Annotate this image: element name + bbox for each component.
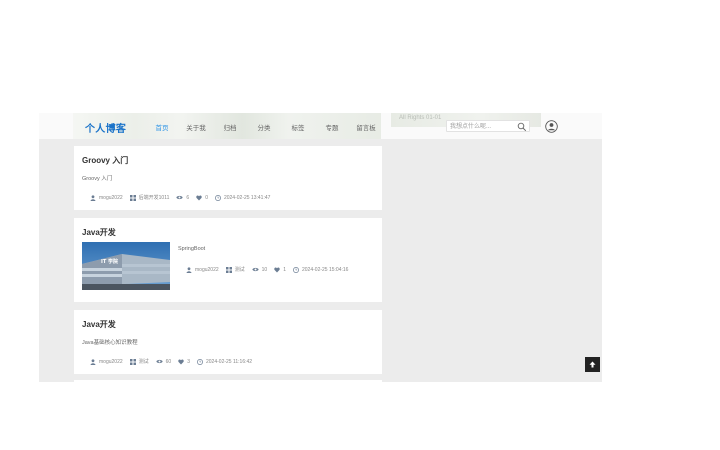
top-navbar: All Rights 01-01 个人博客 首页 关于我 归档 分类 标签 专题… <box>39 113 602 139</box>
post-meta: mogu2022 测试 60 3 2024-02-25 11:16:42 <box>90 358 259 365</box>
post-meta: mogu2022 后端开发1011 6 0 2024-02-25 13:41:4… <box>90 194 277 201</box>
search-input[interactable] <box>450 122 514 131</box>
main-menu: 首页 关于我 归档 分类 标签 专题 留言板 <box>145 122 383 132</box>
menu-item-about[interactable]: 关于我 <box>179 122 213 132</box>
meta-author[interactable]: mogu2022 <box>90 195 123 201</box>
post-card[interactable]: Java开发 IT 学院 SpringBoot mogu2022 测试 10 1… <box>74 218 382 302</box>
clock-icon <box>215 194 221 201</box>
menu-item-message-board[interactable]: 留言板 <box>349 122 383 132</box>
meta-category[interactable]: 后端开发1011 <box>129 194 170 201</box>
user-icon <box>90 194 96 201</box>
svg-text:IT 学院: IT 学院 <box>101 258 118 265</box>
author-name: mogu2022 <box>99 358 123 365</box>
clock-icon <box>293 266 299 273</box>
like-count: 1 <box>283 266 286 273</box>
grid-icon <box>129 358 136 365</box>
menu-item-tags[interactable]: 标签 <box>281 122 315 132</box>
meta-likes[interactable]: 0 <box>196 195 208 201</box>
meta-views: 60 <box>155 358 172 365</box>
post-card[interactable] <box>74 380 382 382</box>
post-summary: Java基础核心知识教程 <box>82 340 138 346</box>
view-count: 10 <box>261 266 268 273</box>
post-date: 2024-02-25 15:04:16 <box>302 266 349 273</box>
grid-icon <box>225 266 232 273</box>
post-title[interactable]: Java开发 <box>82 227 116 238</box>
post-meta: mogu2022 测试 10 1 2024-02-25 15:04:16 <box>186 266 355 273</box>
post-date: 2024-02-25 11:16:42 <box>206 358 253 365</box>
post-title[interactable]: Groovy 入门 <box>82 155 128 166</box>
arrow-up-icon <box>589 361 596 368</box>
search-box <box>446 120 530 132</box>
meta-category[interactable]: 测试 <box>129 358 149 365</box>
meta-views: 6 <box>176 195 189 201</box>
site-logo[interactable]: 个人博客 <box>85 120 126 135</box>
meta-likes[interactable]: 1 <box>274 267 286 273</box>
post-card[interactable]: Java开发 Java基础核心知识教程 mogu2022 测试 60 3 202… <box>74 310 382 374</box>
post-date: 2024-02-25 13:41:47 <box>223 194 271 201</box>
post-thumbnail-image: IT 学院 <box>82 242 170 290</box>
back-to-top-button[interactable] <box>585 357 600 372</box>
clock-icon <box>197 358 203 365</box>
menu-item-subject[interactable]: 专题 <box>315 122 349 132</box>
heart-icon <box>274 266 280 272</box>
heart-icon <box>196 194 202 200</box>
meta-date: 2024-02-25 13:41:47 <box>215 195 270 201</box>
post-thumbnail[interactable]: IT 学院 <box>82 242 170 290</box>
like-count: 0 <box>205 194 208 201</box>
category-name: 测试 <box>138 359 149 365</box>
eye-icon <box>176 195 184 200</box>
meta-date: 2024-02-25 11:16:42 <box>197 359 252 365</box>
page-viewport: All Rights 01-01 个人博客 首页 关于我 归档 分类 标签 专题… <box>39 113 602 382</box>
post-summary: SpringBoot <box>178 246 206 252</box>
meta-views: 10 <box>251 266 268 273</box>
banner-text: All Rights 01-01 <box>399 115 442 121</box>
user-icon <box>186 266 192 273</box>
user-circle-icon[interactable] <box>545 120 558 133</box>
meta-date: 2024-02-25 15:04:16 <box>293 267 348 273</box>
author-name: mogu2022 <box>99 194 123 201</box>
grid-icon <box>129 194 136 201</box>
menu-item-home[interactable]: 首页 <box>145 122 179 132</box>
category-name: 后端开发1011 <box>138 195 170 201</box>
view-count: 6 <box>186 194 190 201</box>
menu-item-category[interactable]: 分类 <box>247 122 281 132</box>
eye-icon <box>251 267 259 272</box>
view-count: 60 <box>165 358 172 365</box>
meta-author[interactable]: mogu2022 <box>90 359 123 365</box>
meta-category[interactable]: 测试 <box>225 266 245 273</box>
eye-icon <box>155 359 163 364</box>
like-count: 3 <box>187 358 190 365</box>
user-icon <box>90 358 96 365</box>
search-icon[interactable] <box>517 122 527 132</box>
author-name: mogu2022 <box>195 266 219 273</box>
category-name: 测试 <box>234 267 245 273</box>
meta-likes[interactable]: 3 <box>178 359 190 365</box>
heart-icon <box>178 358 184 364</box>
post-summary: Groovy 入门 <box>82 176 113 182</box>
post-title[interactable]: Java开发 <box>82 319 116 330</box>
post-card[interactable]: Groovy 入门 Groovy 入门 mogu2022 后端开发1011 6 … <box>74 146 382 210</box>
menu-item-archive[interactable]: 归档 <box>213 122 247 132</box>
meta-author[interactable]: mogu2022 <box>186 267 219 273</box>
